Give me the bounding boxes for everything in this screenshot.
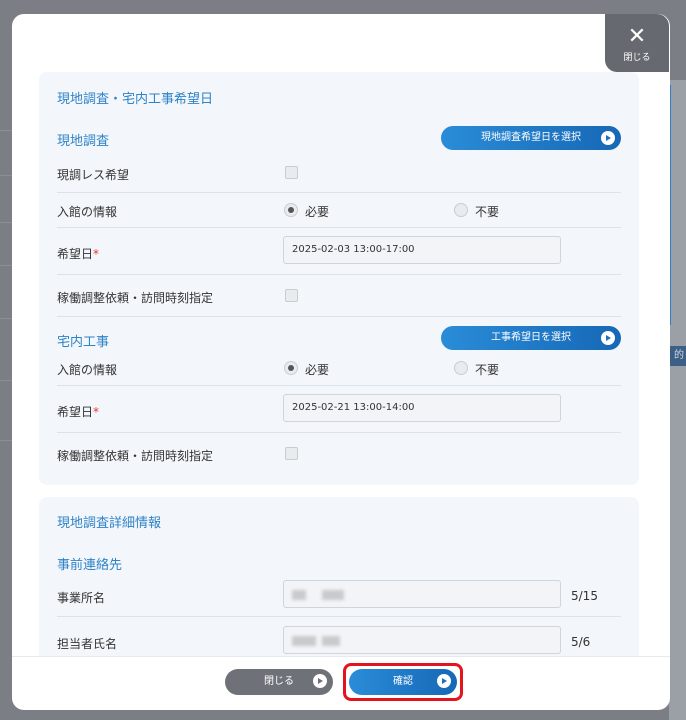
select-survey-date-button[interactable]: 現地調査希望日を選択 <box>441 126 621 150</box>
survey-detail-card: 現地調査詳細情報 事前連絡先 事業所名 5/15 担当者氏名 5/6 <box>39 497 639 656</box>
row-construction-schedule: 稼働調整依頼・訪問時刻指定 <box>57 433 621 473</box>
select-construction-date-label: 工事希望日を選択 <box>491 332 571 343</box>
background-page <box>669 80 686 720</box>
row-survey-desired-date: 希望日* 2025-02-03 13:00-17:00 <box>57 228 621 275</box>
masked-text <box>322 636 340 646</box>
construction-required-text: 必要 <box>305 363 330 377</box>
construction-schedule-checkbox[interactable] <box>285 447 298 460</box>
office-name-label: 事業所名 <box>57 591 106 605</box>
footer-divider <box>12 656 670 657</box>
modal-close-label: 閉じる <box>623 53 651 63</box>
no-survey-label: 現調レス希望 <box>57 168 130 182</box>
play-circle-icon <box>601 131 615 145</box>
construction-required-radio[interactable] <box>284 361 298 375</box>
schedule-card: 現地調査・宅内工事希望日 現地調査 現地調査希望日を選択 現調レス希望 入館の情… <box>39 72 639 485</box>
masked-text <box>322 590 344 600</box>
required-mark: * <box>93 405 100 419</box>
subsection-title-survey: 現地調査 <box>57 134 110 149</box>
row-survey-building-info: 入館の情報 必要 不要 <box>57 193 621 228</box>
survey-schedule-label: 稼働調整依頼・訪問時刻指定 <box>57 291 214 305</box>
background-divider <box>0 440 12 441</box>
play-circle-icon <box>601 331 615 345</box>
close-button-label: 閉じる <box>264 676 294 687</box>
construction-not-required-radio[interactable] <box>454 361 468 375</box>
person-name-counter: 5/6 <box>571 635 591 649</box>
construction-not-required-text: 不要 <box>475 363 500 377</box>
survey-desired-date-label: 希望日* <box>57 247 100 261</box>
person-name-input[interactable] <box>283 626 561 654</box>
survey-required-radio[interactable] <box>284 203 298 217</box>
masked-text <box>292 636 316 646</box>
construction-desired-date-input[interactable]: 2025-02-21 13:00-14:00 <box>283 394 561 422</box>
row-office-name: 事業所名 5/15 <box>57 572 621 617</box>
subsection-title-contact: 事前連絡先 <box>57 558 123 573</box>
row-no-survey: 現調レス希望 <box>57 156 621 193</box>
play-circle-icon <box>313 674 327 688</box>
subsection-title-construction: 宅内工事 <box>57 335 110 350</box>
confirm-highlight-box <box>343 663 463 701</box>
survey-required-text: 必要 <box>305 205 330 219</box>
background-divider <box>0 130 12 131</box>
survey-building-info-label: 入館の情報 <box>57 205 118 219</box>
masked-text <box>292 590 306 600</box>
modal-close-button[interactable]: ✕ 閉じる <box>605 14 669 72</box>
background-divider <box>0 380 12 381</box>
construction-desired-date-label: 希望日* <box>57 405 100 419</box>
row-construction-desired-date: 希望日* 2025-02-21 13:00-14:00 <box>57 386 621 433</box>
background-divider <box>0 265 12 266</box>
survey-desired-date-input[interactable]: 2025-02-03 13:00-17:00 <box>283 236 561 264</box>
office-name-input[interactable] <box>283 580 561 608</box>
row-person-name: 担当者氏名 5/6 <box>57 617 621 656</box>
section-title-survey-detail: 現地調査詳細情報 <box>57 516 162 531</box>
close-button[interactable]: 閉じる <box>225 669 333 695</box>
background-divider <box>0 222 12 223</box>
required-mark: * <box>93 247 100 261</box>
construction-schedule-label: 稼働調整依頼・訪問時刻指定 <box>57 449 214 463</box>
survey-not-required-radio[interactable] <box>454 203 468 217</box>
construction-building-info-label: 入館の情報 <box>57 363 118 377</box>
office-name-counter: 5/15 <box>571 589 598 603</box>
no-survey-checkbox[interactable] <box>285 166 298 179</box>
close-icon: ✕ <box>627 24 647 49</box>
select-survey-date-label: 現地調査希望日を選択 <box>481 132 581 143</box>
background-divider <box>0 318 12 319</box>
modal-scroll-area[interactable]: 現地調査・宅内工事希望日 現地調査 現地調査希望日を選択 現調レス希望 入館の情… <box>39 72 639 656</box>
person-name-label: 担当者氏名 <box>57 637 118 651</box>
survey-schedule-checkbox[interactable] <box>285 289 298 302</box>
survey-not-required-text: 不要 <box>475 205 500 219</box>
select-construction-date-button[interactable]: 工事希望日を選択 <box>441 326 621 350</box>
row-construction-building-info: 入館の情報 必要 不要 <box>57 352 621 386</box>
background-divider <box>0 175 12 176</box>
section-title-schedule: 現地調査・宅内工事希望日 <box>57 92 214 107</box>
row-survey-schedule: 稼働調整依頼・訪問時刻指定 <box>57 275 621 317</box>
